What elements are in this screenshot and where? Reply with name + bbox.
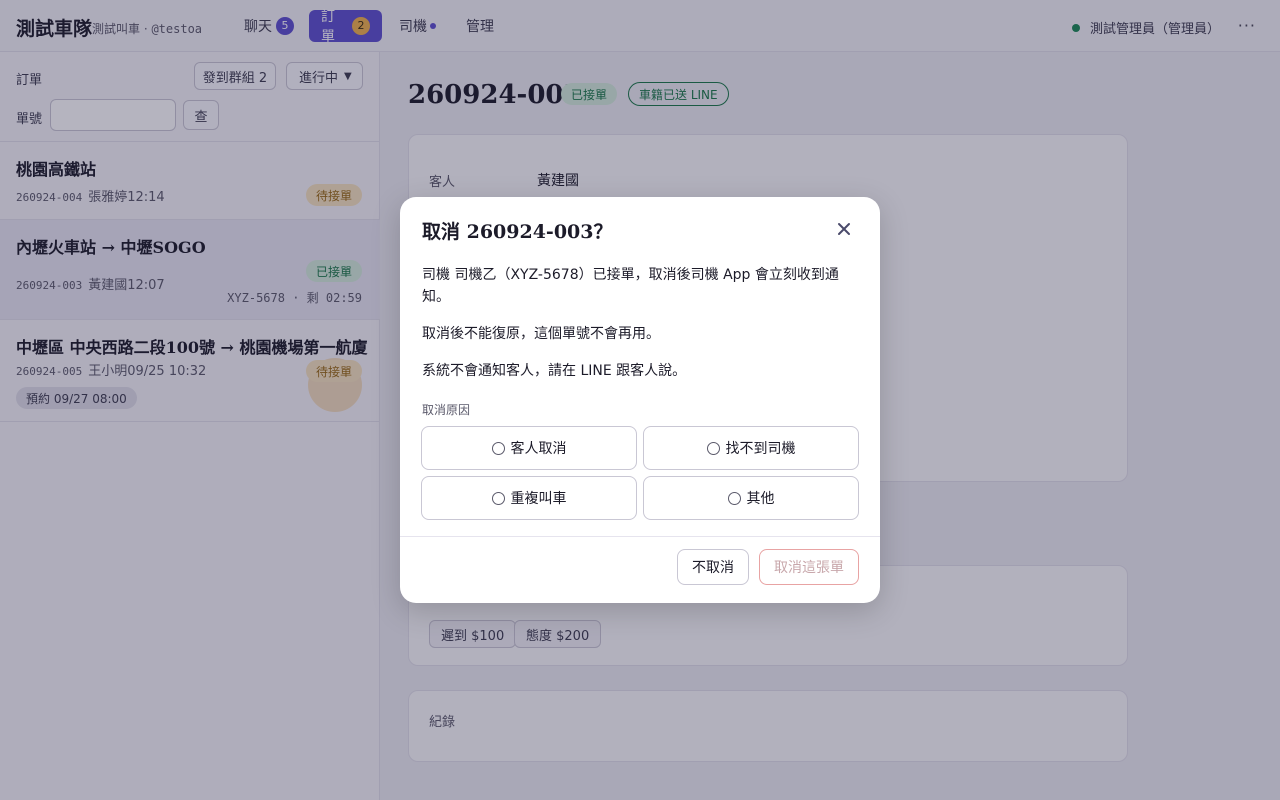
reason-label: 找不到司機: [725, 441, 796, 457]
cancel-reason-label: 取消原因: [422, 403, 471, 417]
cancel-order-dialog: 取消 260924-003？ 司機 司機乙（XYZ-5678）已接單，取消後司機…: [400, 197, 880, 603]
reason-customer-cancel[interactable]: 客人取消: [421, 426, 637, 470]
reason-label: 其他: [746, 491, 775, 507]
dialog-footer-divider: [400, 536, 880, 537]
confirm-cancel-button[interactable]: 取消這張單: [759, 549, 859, 585]
keep-order-button[interactable]: 不取消: [677, 549, 749, 585]
close-icon[interactable]: [832, 217, 856, 241]
dialog-irreversible-notice: 取消後不能復原，這個單號不會再用。: [422, 326, 660, 342]
reason-other[interactable]: 其他: [643, 476, 859, 520]
radio-icon: [491, 441, 505, 455]
dialog-customer-notice: 系統不會通知客人，請在 LINE 跟客人說。: [422, 363, 687, 379]
reason-label: 客人取消: [510, 441, 567, 457]
reason-no-driver[interactable]: 找不到司機: [643, 426, 859, 470]
radio-icon: [727, 491, 741, 505]
radio-icon: [491, 491, 505, 505]
dialog-driver-notice: 司機 司機乙（XYZ-5678）已接單，取消後司機 App 會立刻收到通知。: [422, 267, 839, 305]
dialog-title: 取消 260924-003？: [422, 221, 613, 243]
radio-icon: [706, 441, 720, 455]
reason-duplicate[interactable]: 重複叫車: [421, 476, 637, 520]
reason-label: 重複叫車: [510, 491, 567, 507]
